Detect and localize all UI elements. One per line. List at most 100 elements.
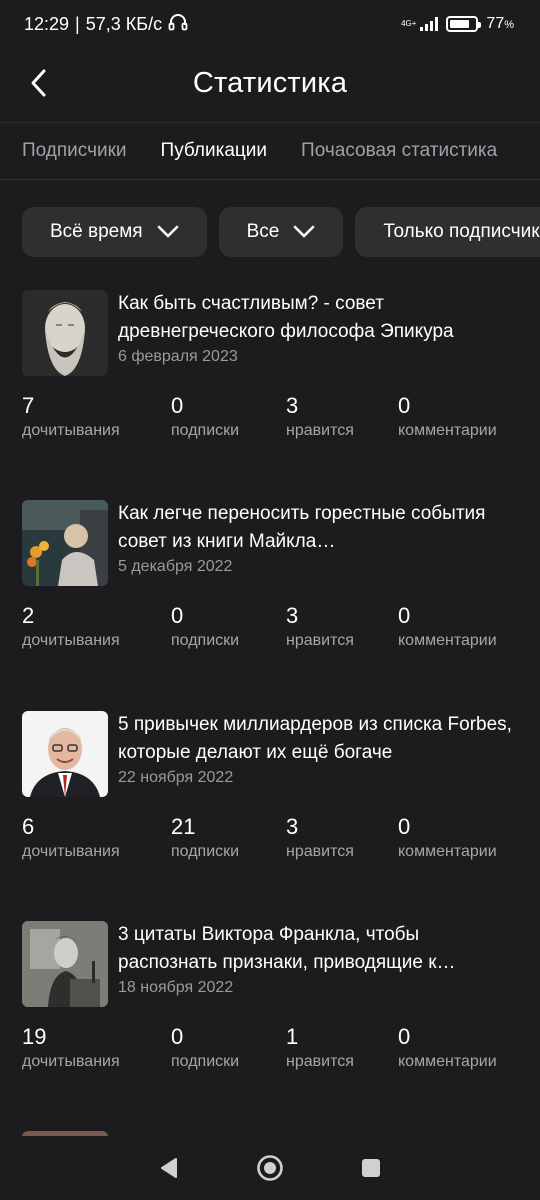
stat-value: 3 xyxy=(286,393,299,418)
stat-value: 6 xyxy=(22,814,35,839)
stat-value: 0 xyxy=(171,1024,184,1049)
network-label: 4G+ xyxy=(401,19,417,28)
stat-label: нравится xyxy=(286,632,354,649)
stat-label: дочитывания xyxy=(22,843,120,860)
stat-value: 0 xyxy=(398,603,411,628)
chevron-left-icon xyxy=(31,69,46,97)
stat-value: 0 xyxy=(398,814,411,839)
stat-likes: 1 нравится xyxy=(286,1023,354,1071)
stat-subscriptions: 0 подписки xyxy=(171,602,239,650)
stat-label: подписки xyxy=(171,843,240,860)
battery-percent-value: 77 xyxy=(486,15,505,32)
status-bar: 12:29 | 57,3 КБ/с 4G+ 77% xyxy=(0,0,540,48)
tab-subscribers[interactable]: Подписчики xyxy=(22,140,127,162)
status-time: 12:29 xyxy=(24,13,70,34)
signal-icon xyxy=(420,17,439,31)
post-date: 18 ноября 2022 xyxy=(118,979,234,996)
post-title[interactable]: Как легче переносить горестные события с… xyxy=(118,500,522,556)
home-circle-icon xyxy=(257,1155,283,1181)
filter-period-label: Всё время xyxy=(50,221,143,242)
stat-value: 21 xyxy=(171,814,196,839)
status-separator: | xyxy=(75,13,80,34)
post-date: 5 декабря 2022 xyxy=(118,558,233,575)
status-left: 12:29 | 57,3 КБ/с xyxy=(24,13,188,36)
filter-type-dropdown[interactable]: Все xyxy=(218,207,344,257)
stat-label: нравится xyxy=(286,1053,354,1070)
app-root: 12:29 | 57,3 КБ/с 4G+ 77% Статистика Под… xyxy=(0,0,540,1200)
filter-chips: Всё время Все Только подписчики xyxy=(22,207,540,257)
stat-label: комментарии xyxy=(398,1053,497,1070)
stat-subscriptions: 0 подписки xyxy=(171,1023,239,1071)
stat-label: подписки xyxy=(171,632,240,649)
stat-reads: 6 дочитывания xyxy=(22,813,120,861)
filter-subscribers-only[interactable]: Только подписчики xyxy=(355,207,540,257)
headphones-icon xyxy=(168,13,188,36)
nav-back-button[interactable] xyxy=(149,1148,189,1188)
stat-value: 2 xyxy=(22,603,35,628)
stat-value: 0 xyxy=(398,1024,411,1049)
stat-label: подписки xyxy=(171,422,240,439)
stat-likes: 3 нравится xyxy=(286,392,354,440)
stat-reads: 7 дочитывания xyxy=(22,392,120,440)
chevron-down-icon xyxy=(294,225,315,238)
stat-likes: 3 нравится xyxy=(286,813,354,861)
post-item[interactable]: 3 цитаты Виктора Франкла, чтобы распозна… xyxy=(22,921,522,1091)
battery-fill xyxy=(450,20,469,28)
header: Статистика xyxy=(0,48,540,118)
stat-label: подписки xyxy=(171,1053,240,1070)
tabs-bar: Подписчики Публикации Почасовая статисти… xyxy=(0,122,540,180)
stat-value: 0 xyxy=(171,393,184,418)
stat-value: 1 xyxy=(286,1024,299,1049)
stat-likes: 3 нравится xyxy=(286,602,354,650)
filter-period-dropdown[interactable]: Всё время xyxy=(22,207,207,257)
post-title[interactable]: 3 цитаты Виктора Франкла, чтобы распозна… xyxy=(118,921,522,977)
back-triangle-icon xyxy=(160,1158,177,1178)
post-item[interactable]: 5 привычек миллиардеров из списка Forbes… xyxy=(22,711,522,881)
stat-comments: 0 комментарии xyxy=(398,1023,497,1071)
status-speed: 57,3 КБ/с xyxy=(85,13,163,34)
nav-home-button[interactable] xyxy=(250,1148,290,1188)
back-button[interactable] xyxy=(22,66,56,100)
stat-label: дочитывания xyxy=(22,632,120,649)
post-thumbnail xyxy=(22,921,108,1007)
status-right: 4G+ 77% xyxy=(401,15,514,33)
battery-percent-unit: % xyxy=(504,19,514,31)
stat-value: 19 xyxy=(22,1024,47,1049)
post-title[interactable]: 5 привычек миллиардеров из списка Forbes… xyxy=(118,711,522,767)
post-item[interactable]: Как быть счастливым? - совет древнегрече… xyxy=(22,290,522,460)
post-item[interactable]: Как легче переносить горестные события с… xyxy=(22,500,522,670)
stat-comments: 0 комментарии xyxy=(398,602,497,650)
nav-recents-button[interactable] xyxy=(351,1148,391,1188)
recents-square-icon xyxy=(362,1159,381,1177)
system-nav-bar xyxy=(0,1136,540,1200)
post-date: 6 февраля 2023 xyxy=(118,348,238,365)
stat-value: 3 xyxy=(286,603,299,628)
stat-comments: 0 комментарии xyxy=(398,392,497,440)
filter-type-label: Все xyxy=(246,221,280,242)
post-date: 22 ноября 2022 xyxy=(118,769,234,786)
stat-label: комментарии xyxy=(398,422,497,439)
stat-label: комментарии xyxy=(398,632,497,649)
stat-value: 3 xyxy=(286,814,299,839)
tab-publications[interactable]: Публикации xyxy=(161,140,268,162)
post-thumbnail xyxy=(22,500,108,586)
stat-value: 7 xyxy=(22,393,35,418)
stat-value: 0 xyxy=(398,393,411,418)
stat-subscriptions: 0 подписки xyxy=(171,392,239,440)
stat-comments: 0 комментарии xyxy=(398,813,497,861)
battery-percent: 77% xyxy=(486,15,514,33)
page-title: Статистика xyxy=(192,66,348,99)
post-thumbnail xyxy=(22,711,108,797)
battery-icon xyxy=(446,16,482,32)
stat-label: дочитывания xyxy=(22,422,120,439)
stat-subscriptions: 21 подписки xyxy=(171,813,239,861)
post-thumbnail xyxy=(22,290,108,376)
chevron-down-icon xyxy=(157,225,178,238)
stat-label: нравится xyxy=(286,843,354,860)
tab-hourly-stats[interactable]: Почасовая статистика xyxy=(301,140,497,162)
post-title[interactable]: Как быть счастливым? - совет древнегрече… xyxy=(118,290,522,346)
stat-label: дочитывания xyxy=(22,1053,120,1070)
stat-label: комментарии xyxy=(398,843,497,860)
filter-subscribers-only-label: Только подписчики xyxy=(383,221,540,242)
stat-reads: 19 дочитывания xyxy=(22,1023,120,1071)
